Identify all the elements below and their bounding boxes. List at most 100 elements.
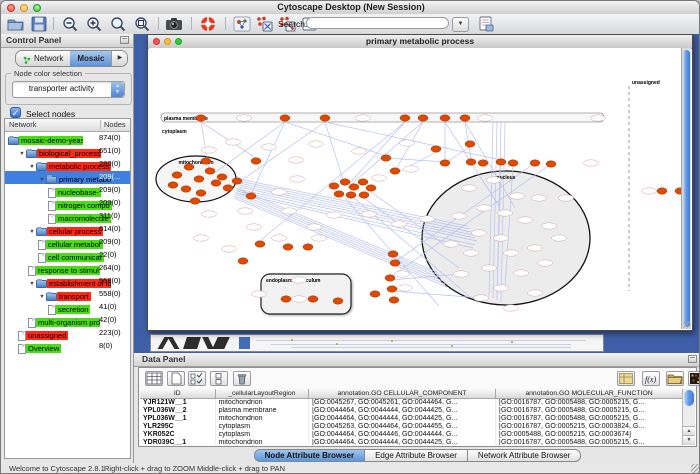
window-resize-grip[interactable]: [691, 464, 700, 473]
edge-label-node[interactable]: [404, 166, 419, 172]
gene-node[interactable]: [508, 160, 518, 166]
gene-node[interactable]: [431, 146, 441, 152]
edge-label-node[interactable]: [452, 213, 467, 219]
tab-overflow-arrow[interactable]: ▶: [111, 51, 127, 66]
gene-node[interactable]: [340, 179, 350, 185]
gene-node[interactable]: [303, 244, 313, 250]
disclosure-triangle-icon[interactable]: ▼: [28, 164, 36, 170]
gene-node[interactable]: [349, 184, 359, 190]
edge-label-node[interactable]: [510, 193, 525, 199]
gene-node[interactable]: [388, 251, 398, 257]
edge-label-node[interactable]: [462, 185, 477, 191]
table-row[interactable]: YPL036W__2plasma membrane[GO:0044464, GO…: [140, 407, 683, 415]
gene-node[interactable]: [283, 244, 293, 250]
gene-node[interactable]: [168, 182, 178, 188]
edge-label-node[interactable]: [372, 175, 387, 181]
tree-row-transport[interactable]: ▼transport558(0): [5, 288, 130, 301]
gene-node[interactable]: [358, 179, 368, 185]
edge-label-node[interactable]: [474, 295, 489, 301]
tree-row-cellular-process[interactable]: ▼cellular process614(0): [5, 223, 130, 236]
gene-node[interactable]: [530, 160, 540, 166]
edge-label-node[interactable]: [247, 224, 262, 230]
zoom-in-icon[interactable]: [85, 16, 103, 32]
zoom-fit-icon[interactable]: [109, 16, 127, 32]
edge-label-node[interactable]: [642, 188, 657, 194]
gene-node[interactable]: [389, 297, 399, 303]
edge-label-node[interactable]: [392, 221, 407, 227]
gene-node[interactable]: [251, 158, 261, 164]
heatmap-matrix-icon[interactable]: [688, 371, 700, 386]
float-data-panel-icon[interactable]: [688, 355, 697, 363]
edge-label-node[interactable]: [194, 235, 209, 241]
edge-label-node[interactable]: [542, 223, 557, 229]
import-attributes-icon[interactable]: [477, 16, 495, 32]
help-ring-icon[interactable]: [199, 16, 217, 32]
select-attributes-icon[interactable]: [188, 371, 206, 386]
edge-label-node[interactable]: [292, 296, 307, 302]
table-column-header[interactable]: _cellularLayoutRegion: [216, 389, 309, 399]
tree-row-response-to-stimul[interactable]: response to stimul264(0): [5, 262, 130, 275]
gene-node[interactable]: [280, 115, 290, 121]
tree-row-multi-organism-pro[interactable]: multi-organism pro42(0): [5, 314, 130, 327]
edge-label-node[interactable]: [494, 235, 509, 241]
save-session-icon[interactable]: [30, 16, 48, 32]
search-input[interactable]: [306, 17, 449, 29]
gene-node[interactable]: [370, 291, 380, 297]
edge-label-node[interactable]: [307, 224, 322, 230]
open-attribute-folder-icon[interactable]: [666, 371, 684, 386]
edge-label-node[interactable]: [528, 290, 543, 296]
gene-node[interactable]: [223, 185, 233, 191]
edge-label-node[interactable]: [272, 189, 287, 195]
tab-node-attribute-browser[interactable]: Node Attribute Browser: [254, 449, 366, 462]
gene-node[interactable]: [385, 275, 395, 281]
gene-node[interactable]: [466, 159, 476, 165]
tab-mosaic[interactable]: Mosaic: [70, 51, 111, 66]
edge-label-node[interactable]: [454, 271, 469, 277]
table-row[interactable]: YLR295Ccytoplasm[GO:0045263, GO:0044464,…: [140, 423, 683, 431]
gene-node[interactable]: [196, 115, 206, 121]
edge-label-node[interactable]: [362, 211, 377, 217]
edge-label-node[interactable]: [482, 265, 497, 271]
layout-transform-a-icon[interactable]: [255, 16, 273, 32]
gene-node[interactable]: [184, 164, 194, 170]
scroll-down-icon[interactable]: ▼: [683, 435, 695, 445]
unselect-attributes-icon[interactable]: [210, 371, 228, 386]
gene-node[interactable]: [496, 159, 506, 165]
new-attribute-icon[interactable]: [167, 371, 185, 386]
edge-label-node[interactable]: [591, 115, 606, 121]
edge-label-node[interactable]: [312, 235, 327, 241]
tree-row-primary-metabo[interactable]: ▼primary metabo209(...: [5, 171, 130, 184]
gene-node[interactable]: [172, 172, 182, 178]
edge-label-node[interactable]: [292, 277, 307, 283]
gene-node[interactable]: [546, 161, 556, 167]
attribute-dropdown[interactable]: transporter activity ▲▼: [12, 81, 125, 98]
edge-label-node[interactable]: [504, 305, 519, 311]
edge-label-node[interactable]: [395, 271, 410, 277]
tree-row-overview[interactable]: Overview8(0): [5, 340, 130, 353]
network-overview-icon[interactable]: [233, 16, 251, 32]
tab-network[interactable]: Network: [16, 51, 70, 66]
gene-node[interactable]: [181, 186, 191, 192]
gene-node[interactable]: [255, 241, 265, 247]
network-vertical-scrollbar[interactable]: [681, 48, 691, 329]
edge-label-node[interactable]: [464, 250, 479, 256]
gene-node[interactable]: [190, 198, 200, 204]
disclosure-triangle-icon[interactable]: ▼: [38, 294, 46, 300]
zoom-out-icon[interactable]: [61, 16, 79, 32]
edge-label-node[interactable]: [290, 176, 305, 182]
edge-label-node[interactable]: [226, 139, 241, 145]
table-column-header[interactable]: annotation.GO MOLECULAR_FUNCTION: [496, 389, 683, 399]
gene-node[interactable]: [205, 168, 215, 174]
open-session-icon[interactable]: [7, 16, 25, 32]
tree-row-nitrogen-compo[interactable]: nitrogen compo209(0): [5, 197, 130, 210]
tab-network-attribute-browser[interactable]: Network Attribute Browser: [468, 449, 581, 462]
background-window-sliver[interactable]: [150, 334, 604, 352]
gene-node[interactable]: [359, 192, 369, 198]
edge-label-node[interactable]: [420, 216, 435, 222]
snapshot-camera-icon[interactable]: [165, 16, 183, 32]
network-resize-grip[interactable]: [683, 321, 691, 329]
gene-node[interactable]: [232, 178, 242, 184]
edge-label-node[interactable]: [514, 270, 529, 276]
table-row[interactable]: YDR039C__1mitochondrion[GO:0044464, GO:0…: [140, 439, 683, 445]
disclosure-triangle-icon[interactable]: ▼: [18, 151, 26, 157]
